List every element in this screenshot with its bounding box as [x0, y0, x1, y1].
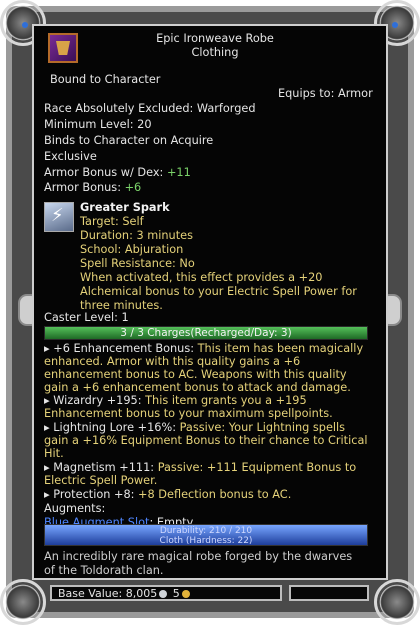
binds-on-acquire: Binds to Character on Acquire — [44, 134, 214, 147]
augments-label: Augments: — [44, 502, 106, 515]
effect-enhancement-title: +6 Enhancement Bonus: — [53, 342, 195, 355]
effect-magnetism-line2: Electric Spell Power. — [44, 474, 158, 487]
armor-bonus-dex: Armor Bonus w/ Dex: +11 — [44, 166, 191, 180]
base-value-label: Base Value: — [58, 587, 123, 600]
base-value-gold: 5 — [172, 587, 180, 600]
armor-bonus-label: Armor Bonus: — [44, 181, 121, 194]
bullet-icon: ▸ — [44, 461, 50, 474]
bullet-icon: ▸ — [44, 394, 50, 407]
minimum-level: Minimum Level: 20 — [44, 118, 152, 131]
effect-protection-desc: +8 Deflection bonus to AC. — [134, 488, 292, 501]
effect-magnetism-desc: Passive: +111 Equipment Bonus to — [154, 461, 357, 474]
effect-enhancement-line2: enhanced. Armor with this quality gains … — [44, 355, 301, 368]
effect-enhancement-line4: gain a +6 enhancement bonus to attack an… — [44, 381, 351, 394]
effect-lightning-title: Lightning Lore +16%: — [53, 421, 177, 434]
spell-desc-line2: Alchemical bonus to your Electric Spell … — [80, 285, 357, 298]
bullet-icon: ▸ — [44, 488, 50, 501]
equips-to: Equips to: Armor — [278, 87, 373, 100]
armor-bonus: Armor Bonus: +6 — [44, 181, 141, 195]
base-value-platinum: 8,005 — [125, 587, 158, 600]
platinum-coin-icon — [159, 590, 168, 598]
spell-resistance: Spell Resistance: No — [80, 257, 195, 270]
charges-label: 3 / 3 Charges(Recharged/Day: 3) — [120, 327, 292, 339]
effect-wizardry-line2: Enhancement bonus to your maximum spellp… — [44, 407, 333, 420]
bound-status: Bound to Character — [50, 73, 161, 86]
effect-wizardry-title: Wizardry +195: — [53, 394, 142, 407]
effect-protection-line1: ▸ Protection +8: +8 Deflection bonus to … — [44, 488, 291, 502]
armor-bonus-value: +6 — [124, 181, 142, 194]
material-text: Cloth (Hardness: 22) — [159, 536, 253, 546]
gem-top-left — [22, 22, 28, 28]
race-excluded: Race Absolutely Excluded: Warforged — [44, 102, 256, 115]
robe-icon — [48, 33, 78, 63]
item-type: Clothing — [191, 46, 239, 59]
effect-magnetism-title: Magnetism +111: — [53, 461, 155, 474]
corner-ornament-bottom-right — [374, 579, 420, 625]
effect-enhancement-desc: This item has been magically — [194, 342, 364, 355]
lightning-spell-icon — [44, 202, 74, 232]
effect-lightning-desc: Passive: Your Lightning spells — [176, 421, 346, 434]
spell-school: School: Abjuration — [80, 243, 184, 256]
effect-enhancement-line3: enhancement bonus to AC. Weapons with th… — [44, 368, 347, 381]
bullet-icon: ▸ — [44, 421, 50, 434]
gold-coin-icon — [181, 590, 190, 598]
caster-level: Caster Level: 1 — [44, 311, 129, 324]
charges-bar: 3 / 3 Charges(Recharged/Day: 3) — [44, 326, 368, 340]
effect-magnetism-line1: ▸ Magnetism +111: Passive: +111 Equipmen… — [44, 461, 356, 475]
effect-wizardry-desc: This item grants you a +195 — [141, 394, 307, 407]
effect-enhancement-line1: ▸ +6 Enhancement Bonus: This item has be… — [44, 342, 363, 356]
gem-top-right — [392, 22, 398, 28]
flavor-text-line1: An incredibly rare magical robe forged b… — [44, 550, 353, 563]
bullet-icon: ▸ — [44, 342, 50, 355]
effect-lightning-line1: ▸ Lightning Lore +16%: Passive: Your Lig… — [44, 421, 345, 435]
effect-lightning-line2: gain a +16% Equipment Bonus to their cha… — [44, 434, 368, 447]
base-value-bar: Base Value: 8,005 5 — [50, 585, 282, 601]
corner-ornament-bottom-left — [0, 579, 46, 625]
item-name: Epic Ironweave Robe — [156, 32, 274, 45]
exclusive-label: Exclusive — [44, 150, 97, 163]
spell-target: Target: Self — [80, 215, 144, 228]
armor-bonus-dex-value: +11 — [166, 166, 191, 179]
spell-name: Greater Spark — [80, 201, 170, 214]
flavor-text-line2: of the Toldorath clan. — [44, 564, 164, 577]
base-value: Base Value: 8,005 5 — [58, 587, 192, 600]
effect-wizardry-line1: ▸ Wizardry +195: This item grants you a … — [44, 394, 307, 408]
effect-protection-title: Protection +8: — [53, 488, 135, 501]
secondary-value-bar — [289, 585, 369, 601]
durability-bar: Durability: 210 / 210 Cloth (Hardness: 2… — [44, 524, 368, 546]
spell-duration: Duration: 3 minutes — [80, 229, 193, 242]
spell-desc-line1: When activated, this effect provides a +… — [80, 271, 323, 284]
effect-lightning-line3: Hit. — [44, 447, 64, 460]
durability-text: Durability: 210 / 210 — [159, 526, 253, 536]
armor-bonus-dex-label: Armor Bonus w/ Dex: — [44, 166, 164, 179]
